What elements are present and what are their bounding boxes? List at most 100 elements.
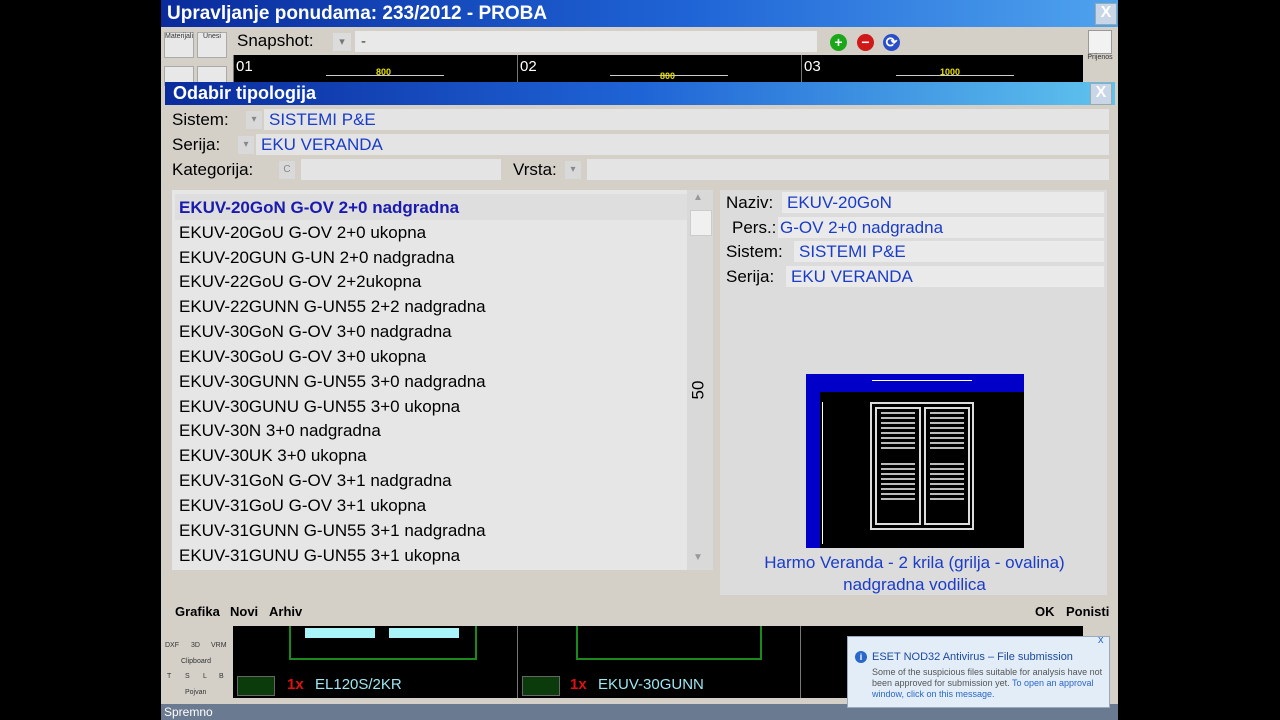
unesi-button[interactable]: Unesi	[197, 32, 227, 58]
dialog-title: Odabir tipologija	[165, 82, 1115, 105]
list-item[interactable]: EKUV-20GoU G-OV 2+0 ukopna	[179, 223, 426, 243]
door-leaf	[924, 407, 970, 525]
arhiv-button[interactable]: Arhiv	[269, 604, 302, 619]
remove-snapshot-button[interactable]: −	[857, 34, 874, 51]
kategorija-clear-button[interactable]: C	[279, 161, 295, 179]
snapshot-label: Snapshot:	[237, 31, 314, 50]
detail-serija-label: Serija:	[726, 267, 775, 286]
window-close-button[interactable]: X	[1095, 3, 1117, 25]
list-item[interactable]: EKUV-31GUNU G-UN55 3+1 ukopna	[179, 546, 460, 566]
tipologija-preview[interactable]	[806, 374, 1024, 548]
list-item[interactable]: EKUV-30GoN G-OV 3+0 nadgradna	[179, 322, 452, 342]
vrsta-field[interactable]	[587, 159, 1109, 180]
naziv-field[interactable]: EKUV-20GoN	[782, 192, 1104, 213]
list-item[interactable]: EKUV-22GoU G-OV 2+2ukopna	[179, 272, 421, 292]
quantity: 1x	[570, 676, 587, 693]
serija-dropdown-button[interactable]: ▾	[238, 136, 254, 154]
kategorija-label: Kategorija:	[172, 160, 254, 179]
color-swatch	[237, 676, 275, 696]
vrm-button[interactable]: VRM	[211, 642, 227, 649]
clipboard-s-button[interactable]: S	[185, 673, 190, 680]
scroll-up-arrow-icon[interactable]: ▲	[693, 192, 703, 203]
export-panel: DXF 3D VRM Clipboard T S L B Pojvan	[161, 636, 233, 702]
dimension-line	[872, 380, 972, 381]
novi-button[interactable]: Novi	[230, 604, 258, 619]
snapshot-field[interactable]: -	[355, 31, 817, 52]
drawing-number: 03	[804, 58, 821, 75]
list-scrollbar[interactable]: ▲ 50 ▼	[687, 190, 713, 570]
pers-field[interactable]: G-OV 2+0 nadgradna	[778, 217, 1104, 238]
vrsta-label: Vrsta:	[513, 160, 557, 179]
ok-button[interactable]: OK	[1035, 604, 1055, 619]
sistem-label: Sistem:	[172, 110, 229, 129]
clipboard-label: Clipboard	[181, 658, 211, 665]
detail-sistem-label: Sistem:	[726, 242, 783, 261]
bottom-cell[interactable]: 1x EL120S/2KR	[233, 626, 518, 698]
dxf-button[interactable]: DXF	[165, 642, 179, 649]
scroll-down-arrow-icon[interactable]: ▼	[693, 552, 703, 563]
clipboard-b-button[interactable]: B	[219, 673, 224, 680]
tipologija-list[interactable]: EKUV-20GoN G-OV 2+0 nadgradna EKUV-20GoU…	[172, 190, 713, 570]
window-drawing	[289, 626, 477, 660]
glass-pane	[389, 628, 459, 638]
naziv-label: Naziv:	[726, 193, 774, 212]
pojvan-label: Pojvan	[185, 689, 207, 696]
clipboard-l-button[interactable]: L	[203, 673, 207, 680]
status-text: Spremno	[164, 705, 213, 719]
color-swatch	[522, 676, 560, 696]
sistem-field[interactable]: SISTEMI P&E	[264, 109, 1109, 130]
vrsta-dropdown-button[interactable]: ▾	[565, 161, 581, 179]
product-code: EKUV-30GUNN	[598, 676, 704, 693]
dimension-text: 800	[376, 67, 392, 77]
caption-line: nadgradna vodilica	[843, 575, 986, 594]
prijenos-icon	[1088, 30, 1112, 54]
glass-pane	[305, 628, 375, 638]
dialog-close-button[interactable]: X	[1090, 83, 1112, 105]
list-item[interactable]: EKUV-30UK 3+0 ukopna	[179, 446, 367, 466]
serija-field[interactable]: EKU VERANDA	[256, 134, 1109, 155]
window-drawing	[576, 626, 762, 660]
dimension-text: 800	[660, 71, 676, 81]
quantity: 1x	[287, 676, 304, 693]
eset-notification[interactable]: i ESET NOD32 Antivirus – File submission…	[847, 634, 1110, 708]
dimension-line	[822, 402, 823, 544]
list-item[interactable]: EKUV-20GUN G-UN 2+0 nadgradna	[179, 248, 454, 268]
materijali-button[interactable]: Materijali	[164, 32, 194, 58]
refresh-snapshot-button[interactable]: ⟳	[883, 34, 900, 51]
add-snapshot-button[interactable]: +	[830, 34, 847, 51]
list-item[interactable]: EKUV-31GoU G-OV 3+1 ukopna	[179, 496, 426, 516]
door-leaf	[875, 407, 921, 525]
3d-button[interactable]: 3D	[191, 642, 200, 649]
snapshot-dropdown-button[interactable]: ▾	[333, 33, 351, 51]
list-item[interactable]: EKUV-22GUNN G-UN55 2+2 nadgradna	[179, 297, 486, 317]
prijenos-button[interactable]: Prijenos	[1086, 30, 1114, 70]
item-count: 50	[688, 380, 708, 400]
list-item[interactable]: EKUV-30GoU G-OV 3+0 ukopna	[179, 347, 426, 367]
list-item[interactable]: EKUV-30N 3+0 nadgradna	[179, 421, 381, 441]
detail-sistem-field[interactable]: SISTEMI P&E	[794, 241, 1104, 262]
serija-label: Serija:	[172, 135, 221, 154]
eset-title: ESET NOD32 Antivirus – File submission	[872, 651, 1073, 663]
list-item[interactable]: EKUV-30GUNN G-UN55 3+0 nadgradna	[179, 372, 486, 392]
ponisti-button[interactable]: Ponisti	[1066, 604, 1109, 619]
window-title: Upravljanje ponudama: 233/2012 - PROBA	[161, 0, 1118, 27]
grafika-button[interactable]: Grafika	[175, 604, 220, 619]
kategorija-field[interactable]	[301, 159, 501, 180]
prijenos-label: Prijenos	[1087, 54, 1113, 61]
list-item[interactable]: EKUV-31GoN G-OV 3+1 nadgradna	[179, 471, 452, 491]
sistem-dropdown-button[interactable]: ▾	[246, 111, 262, 129]
detail-serija-field[interactable]: EKU VERANDA	[786, 266, 1104, 287]
pers-label: Pers.:	[732, 218, 777, 237]
list-item[interactable]: EKUV-31GUNN G-UN55 3+1 nadgradna	[179, 521, 486, 541]
preview-caption: Harmo Veranda - 2 krila (grilja - ovalin…	[722, 552, 1107, 596]
eset-close-button[interactable]: x	[1098, 634, 1104, 646]
materijali-label: Materijali	[165, 33, 194, 40]
list-item[interactable]: EKUV-20GoN G-OV 2+0 nadgradna	[179, 198, 459, 218]
info-icon: i	[855, 651, 867, 663]
clipboard-t-button[interactable]: T	[167, 673, 171, 680]
bottom-cell[interactable]: 1x EKUV-30GUNN	[518, 626, 801, 698]
unesi-label: Unesi	[203, 33, 221, 40]
tipologija-dialog: Odabir tipologija X Sistem: ▾ SISTEMI P&…	[165, 82, 1115, 626]
scroll-thumb[interactable]	[690, 210, 712, 236]
list-item[interactable]: EKUV-30GUNU G-UN55 3+0 ukopna	[179, 397, 460, 417]
